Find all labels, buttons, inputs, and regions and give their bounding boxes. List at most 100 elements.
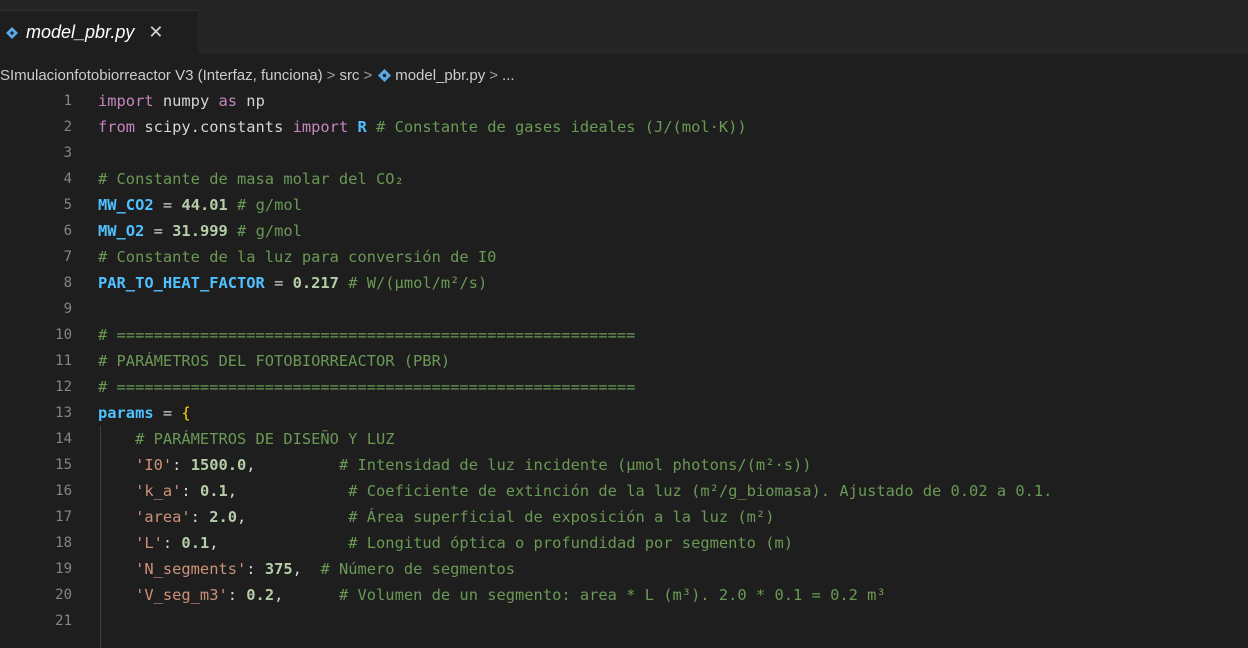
- line-number: 13: [55, 405, 72, 421]
- line-number: 18: [55, 535, 72, 551]
- token-wt: =: [264, 274, 293, 292]
- breadcrumb-file[interactable]: model_pbr.py: [395, 67, 485, 84]
- token-num: 31.999: [172, 222, 228, 240]
- token-wt: =: [153, 196, 182, 214]
- code-line[interactable]: 16 'k_a': 0.1, # Coeficiente de extinció…: [0, 478, 1248, 504]
- line-number: 6: [63, 223, 72, 239]
- code-text: 'L': 0.1, # Longitud óptica o profundida…: [98, 530, 793, 556]
- token-var: params: [98, 404, 154, 422]
- line-number: 15: [55, 457, 72, 473]
- code-text: # ======================================…: [98, 322, 635, 348]
- line-number: 2: [63, 119, 72, 135]
- line-number: 12: [55, 379, 72, 395]
- code-text: # Constante de masa molar del CO₂: [98, 166, 404, 192]
- code-text: 'area': 2.0, # Área superficial de expos…: [98, 504, 774, 530]
- line-number: 14: [55, 431, 72, 447]
- token-wt: ,: [246, 456, 339, 474]
- token-cm: # PARÁMETROS DEL FOTOBIORREACTOR (PBR): [98, 352, 451, 370]
- code-line[interactable]: 7 # Constante de la luz para conversión d…: [0, 244, 1248, 270]
- code-line[interactable]: 13 params = {: [0, 400, 1248, 426]
- code-text: # ======================================…: [98, 374, 635, 400]
- token-wt: np: [237, 92, 265, 110]
- code-line[interactable]: 8 PAR_TO_HEAT_FACTOR = 0.217 # W/(μmol/m²…: [0, 270, 1248, 296]
- token-brace: {: [181, 404, 191, 422]
- code-line[interactable]: 17 'area': 2.0, # Área superficial de ex…: [0, 504, 1248, 530]
- token-wt: scipy.constants: [135, 118, 293, 136]
- token-wt: ,: [209, 534, 349, 552]
- code-line[interactable]: 3: [0, 140, 1248, 166]
- editor-tab-model-pbr[interactable]: model_pbr.py ✕: [0, 10, 198, 54]
- token-str: 'N_segments': [98, 560, 247, 578]
- breadcrumb-project[interactable]: SImulacionfotobiorreactor V3 (Interfaz, …: [0, 67, 323, 84]
- token-wt: :: [246, 560, 265, 578]
- line-number: 16: [55, 483, 72, 499]
- token-wt: :: [227, 586, 247, 604]
- code-text: params = {: [98, 400, 191, 426]
- code-line[interactable]: 14 # PARÁMETROS DE DISEÑO Y LUZ: [0, 426, 1248, 452]
- token-wt: ,: [237, 508, 349, 526]
- token-cm: # PARÁMETROS DE DISEÑO Y LUZ: [98, 430, 395, 448]
- code-line[interactable]: 6 MW_O2 = 31.999 # g/mol: [0, 218, 1248, 244]
- token-wt: numpy: [153, 92, 219, 110]
- code-line[interactable]: 21: [0, 608, 1248, 634]
- token-wt: =: [153, 404, 182, 422]
- token-cm: # Constante de masa molar del CO₂: [98, 170, 404, 188]
- line-number: 17: [55, 509, 72, 525]
- code-line[interactable]: 20 'V_seg_m3': 0.2, # Volumen de un segm…: [0, 582, 1248, 608]
- token-wt: :: [162, 534, 182, 552]
- code-line[interactable]: 18 'L': 0.1, # Longitud óptica o profund…: [0, 530, 1248, 556]
- breadcrumb-symbol[interactable]: ...: [502, 67, 515, 84]
- line-number: 11: [55, 353, 72, 369]
- code-editor[interactable]: 1 import numpy as np 2 from scipy.constants…: [0, 88, 1248, 648]
- line-number: 1: [63, 93, 72, 109]
- code-line[interactable]: 15 'I0': 1500.0, # Intensidad de luz inc…: [0, 452, 1248, 478]
- line-number: 21: [55, 613, 72, 629]
- close-icon[interactable]: ✕: [148, 22, 163, 43]
- token-kw: import: [292, 118, 349, 136]
- code-line[interactable]: 5 MW_CO2 = 44.01 # g/mol: [0, 192, 1248, 218]
- code-line[interactable]: 10 # ====================================…: [0, 322, 1248, 348]
- code-text: MW_CO2 = 44.01 # g/mol: [98, 192, 302, 218]
- token-var: MW_CO2: [98, 196, 154, 214]
- line-number: 19: [55, 561, 72, 577]
- tab-label: model_pbr.py: [26, 22, 135, 42]
- line-number: 20: [55, 587, 72, 603]
- token-str: 'I0': [98, 456, 173, 474]
- line-number: 4: [63, 171, 72, 187]
- code-text: from scipy.constants import R # Constant…: [98, 114, 747, 140]
- code-line[interactable]: 2 from scipy.constants import R # Constan…: [0, 114, 1248, 140]
- line-number: 10: [55, 327, 72, 343]
- code-line[interactable]: 9: [0, 296, 1248, 322]
- token-wt: :: [181, 482, 200, 500]
- token-cm: # g/mol: [227, 196, 302, 214]
- code-text: PAR_TO_HEAT_FACTOR = 0.217 # W/(μmol/m²/…: [98, 270, 487, 296]
- token-num: 0.2: [246, 586, 275, 604]
- line-number: 8: [63, 275, 72, 291]
- code-line[interactable]: 12 # ====================================…: [0, 374, 1248, 400]
- token-wt: :: [190, 508, 210, 526]
- token-cm: # ======================================…: [98, 326, 636, 344]
- line-number: 3: [63, 145, 72, 161]
- code-line[interactable]: 1 import numpy as np: [0, 88, 1248, 114]
- token-var: PAR_TO_HEAT_FACTOR: [98, 274, 265, 292]
- token-num: 2.0: [209, 508, 238, 526]
- breadcrumb-separator: >: [326, 66, 336, 84]
- code-line[interactable]: 19 'N_segments': 375, # Número de segmen…: [0, 556, 1248, 582]
- token-kw: from: [98, 118, 136, 136]
- code-text: # PARÁMETROS DEL FOTOBIORREACTOR (PBR): [98, 348, 450, 374]
- token-num: 44.01: [181, 196, 228, 214]
- code-text: MW_O2 = 31.999 # g/mol: [98, 218, 302, 244]
- breadcrumb-separator: >: [363, 66, 373, 84]
- breadcrumb-src[interactable]: src: [339, 67, 359, 84]
- token-var: MW_O2: [98, 222, 145, 240]
- code-line[interactable]: 11 # PARÁMETROS DEL FOTOBIORREACTOR (PBR): [0, 348, 1248, 374]
- token-wt: ,: [227, 482, 349, 500]
- breadcrumb: SImulacionfotobiorreactor V3 (Interfaz, …: [0, 62, 515, 88]
- code-line[interactable]: 4 # Constante de masa molar del CO₂: [0, 166, 1248, 192]
- token-num: 0.217: [292, 274, 339, 292]
- code-text: # PARÁMETROS DE DISEÑO Y LUZ: [98, 426, 395, 452]
- token-str: 'L': [98, 534, 163, 552]
- line-number: 5: [63, 197, 72, 213]
- token-num: 0.1: [181, 534, 210, 552]
- token-str: 'area': [98, 508, 191, 526]
